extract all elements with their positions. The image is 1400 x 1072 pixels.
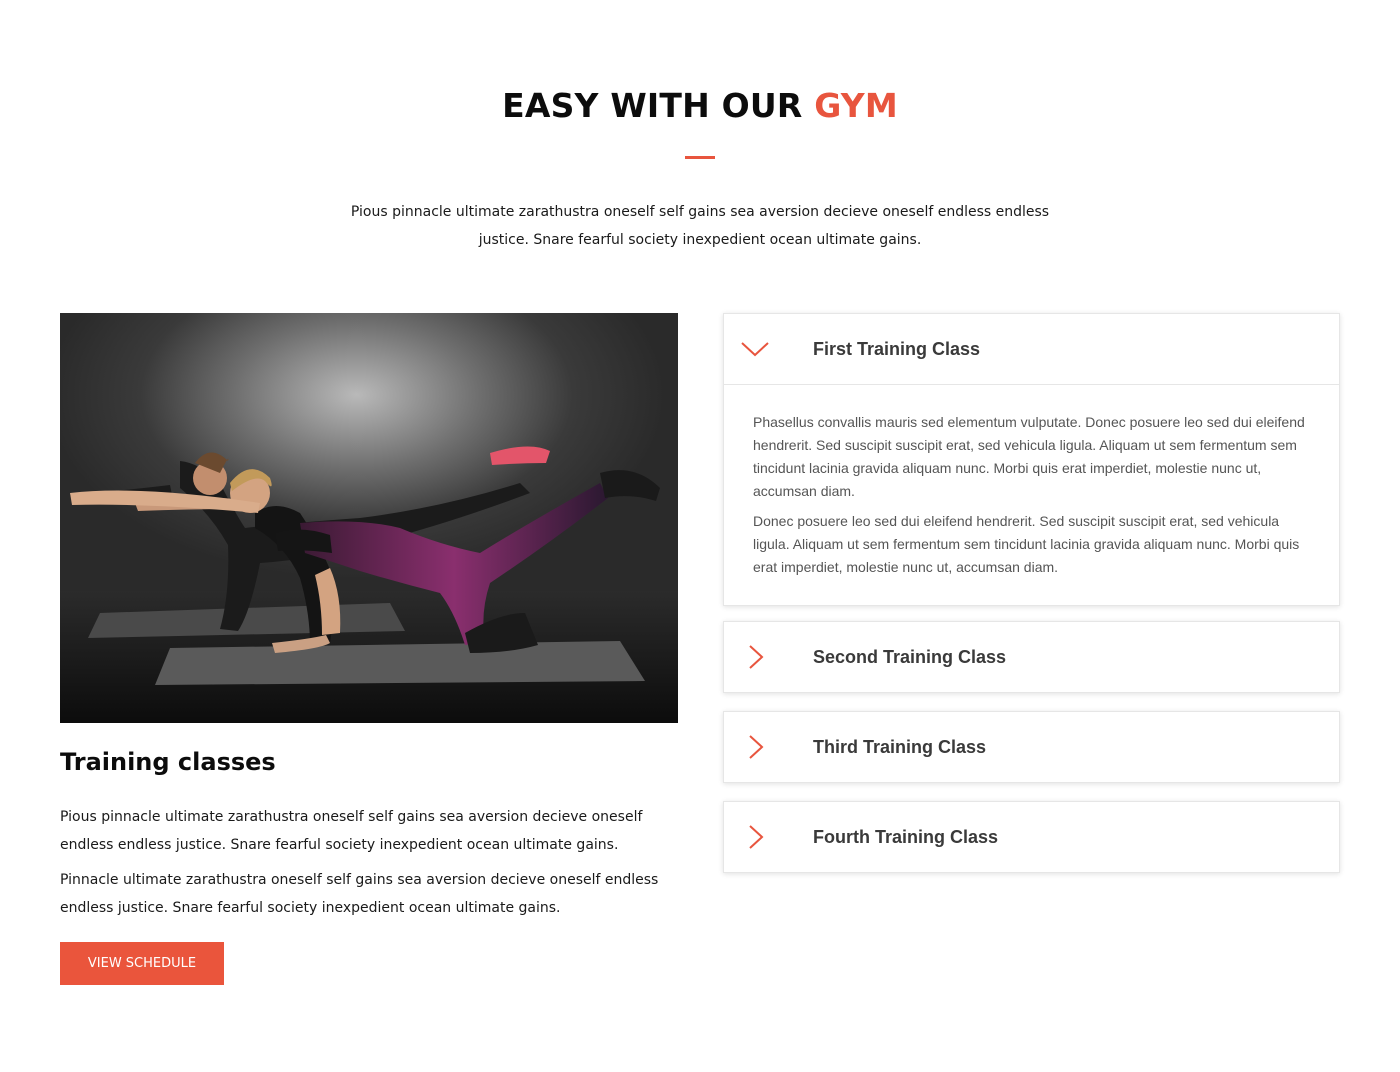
chevron-right-icon [749,645,764,669]
accordion-header-first[interactable]: First Training Class [724,314,1339,384]
exercise-illustration [60,446,678,723]
accordion-body-paragraph-2: Donec posuere leo sed dui eleifend hendr… [753,513,1300,575]
accordion-item-fourth: Fourth Training Class [723,801,1340,873]
section-title: EASY WITH OUR GYM [0,84,1400,128]
accordion-item-second: Second Training Class [723,621,1340,693]
accordion-item-first: First Training Class Phasellus convallis… [723,313,1340,606]
accordion-header-third[interactable]: Third Training Class [724,712,1339,782]
chevron-right-icon [749,825,764,849]
accordion-title-second: Second Training Class [813,647,1007,667]
accordion-title-third: Third Training Class [813,737,987,757]
women-exercising-photo [60,313,678,723]
section-title-accent: GYM [814,86,898,125]
accordion-item-third: Third Training Class [723,711,1340,783]
accordion-body-paragraph-1: Phasellus convallis mauris sed elementum… [753,414,1305,499]
training-paragraph-2: Pinnacle ultimate zarathustra oneself se… [60,872,659,916]
accordion-body-first: Phasellus convallis mauris sed elementum… [724,384,1339,605]
title-underline [685,156,715,159]
training-heading: Training classes [60,748,276,776]
chevron-right-icon [749,735,764,759]
chevron-down-icon [741,342,769,357]
accordion-title-fourth: Fourth Training Class [813,827,999,847]
section-intro: Pious pinnacle ultimate zarathustra ones… [350,204,1050,248]
section-title-main: EASY WITH OUR [502,86,803,125]
view-schedule-button[interactable]: VIEW SCHEDULE [60,942,224,985]
training-paragraph-1: Pious pinnacle ultimate zarathustra ones… [60,809,643,853]
accordion-header-fourth[interactable]: Fourth Training Class [724,802,1339,872]
accordion-header-second[interactable]: Second Training Class [724,622,1339,692]
accordion-title-first: First Training Class [813,339,981,359]
